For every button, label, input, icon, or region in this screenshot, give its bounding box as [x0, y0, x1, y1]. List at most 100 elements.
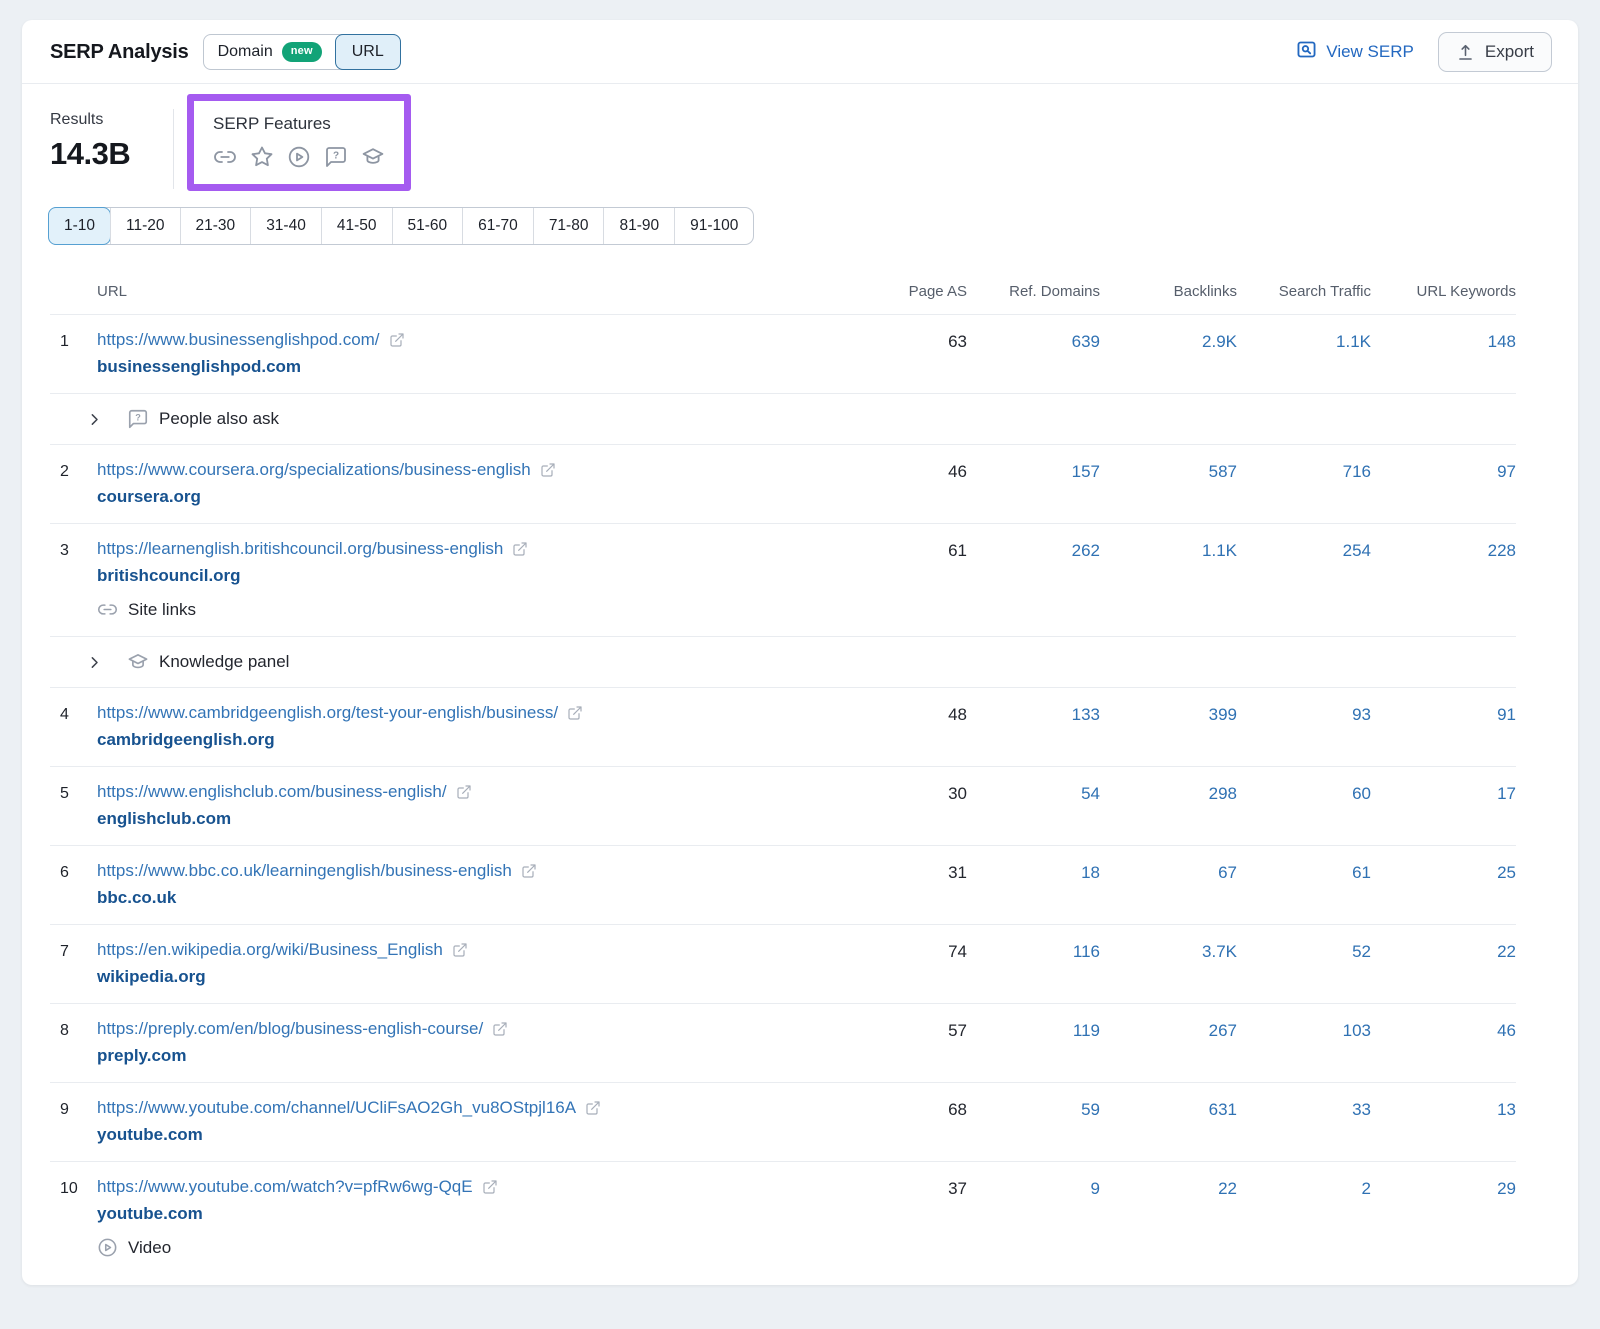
backlinks-link[interactable]: 1.1K — [1100, 539, 1237, 620]
search-traffic-link[interactable]: 93 — [1237, 703, 1371, 750]
result-url-link[interactable]: https://www.youtube.com/watch?v=pfRw6wg-… — [97, 1177, 473, 1197]
url-keywords-link[interactable]: 148 — [1371, 330, 1516, 377]
page-as-value: 37 — [847, 1177, 967, 1258]
search-traffic-link[interactable]: 60 — [1237, 782, 1371, 829]
pagination-range-1-10[interactable]: 1-10 — [48, 207, 111, 245]
pagination-range-11-20[interactable]: 11-20 — [110, 208, 180, 244]
url-keywords-link[interactable]: 46 — [1371, 1019, 1516, 1066]
knowledge-panel-icon[interactable] — [361, 145, 385, 169]
url-keywords-link[interactable]: 97 — [1371, 460, 1516, 507]
backlinks-link[interactable]: 631 — [1100, 1098, 1237, 1145]
url-keywords-link[interactable]: 22 — [1371, 940, 1516, 987]
pagination-range-81-90[interactable]: 81-90 — [603, 208, 674, 244]
backlinks-link[interactable]: 587 — [1100, 460, 1237, 507]
backlinks-link[interactable]: 298 — [1100, 782, 1237, 829]
pagination-range-21-30[interactable]: 21-30 — [180, 208, 251, 244]
ref-domains-link[interactable]: 157 — [967, 460, 1100, 507]
rank-number: 10 — [50, 1177, 97, 1258]
url-line: https://www.cambridgeenglish.org/test-yo… — [97, 703, 847, 723]
sitelinks-icon[interactable] — [213, 145, 237, 169]
result-url-link[interactable]: https://www.englishclub.com/business-eng… — [97, 782, 447, 802]
ref-domains-link[interactable]: 262 — [967, 539, 1100, 620]
url-keywords-link[interactable]: 25 — [1371, 861, 1516, 908]
backlinks-link[interactable]: 67 — [1100, 861, 1237, 908]
pagination-range-71-80[interactable]: 71-80 — [533, 208, 604, 244]
external-link-icon[interactable] — [512, 541, 528, 557]
ref-domains-link[interactable]: 116 — [967, 940, 1100, 987]
url-keywords-link[interactable]: 13 — [1371, 1098, 1516, 1145]
backlinks-link[interactable]: 399 — [1100, 703, 1237, 750]
root-domain-link[interactable]: cambridgeenglish.org — [97, 730, 847, 750]
pagination-range-41-50[interactable]: 41-50 — [321, 208, 392, 244]
serp-preview-icon — [1296, 39, 1317, 65]
toggle-domain[interactable]: Domain new — [204, 35, 336, 69]
result-url-link[interactable]: https://www.youtube.com/channel/UCliFsAO… — [97, 1098, 576, 1118]
url-keywords-link[interactable]: 91 — [1371, 703, 1516, 750]
external-link-icon[interactable] — [389, 332, 405, 348]
root-domain-link[interactable]: businessenglishpod.com — [97, 357, 847, 377]
search-traffic-link[interactable]: 33 — [1237, 1098, 1371, 1145]
url-cell: https://en.wikipedia.org/wiki/Business_E… — [97, 940, 847, 987]
external-link-icon[interactable] — [585, 1100, 601, 1116]
video-icon[interactable] — [287, 145, 311, 169]
ref-domains-link[interactable]: 54 — [967, 782, 1100, 829]
external-link-icon[interactable] — [482, 1179, 498, 1195]
root-domain-link[interactable]: coursera.org — [97, 487, 847, 507]
result-url-link[interactable]: https://en.wikipedia.org/wiki/Business_E… — [97, 940, 443, 960]
chevron-right-icon[interactable] — [87, 412, 102, 427]
serp-feature-row[interactable]: ?People also ask — [50, 393, 1516, 444]
backlinks-link[interactable]: 22 — [1100, 1177, 1237, 1258]
search-traffic-link[interactable]: 716 — [1237, 460, 1371, 507]
pagination-range-61-70[interactable]: 61-70 — [462, 208, 533, 244]
result-url-link[interactable]: https://www.businessenglishpod.com/ — [97, 330, 380, 350]
reviews-icon[interactable] — [250, 145, 274, 169]
external-link-icon[interactable] — [452, 942, 468, 958]
results-label: Results — [50, 111, 173, 129]
people-also-ask-icon[interactable]: ? — [324, 145, 348, 169]
search-traffic-link[interactable]: 52 — [1237, 940, 1371, 987]
url-keywords-link[interactable]: 17 — [1371, 782, 1516, 829]
root-domain-link[interactable]: britishcouncil.org — [97, 566, 847, 586]
serp-feature-row[interactable]: Knowledge panel — [50, 636, 1516, 687]
root-domain-link[interactable]: youtube.com — [97, 1125, 847, 1145]
external-link-icon[interactable] — [521, 863, 537, 879]
root-domain-link[interactable]: preply.com — [97, 1046, 847, 1066]
view-serp-button[interactable]: View SERP — [1296, 39, 1414, 65]
toggle-url[interactable]: URL — [335, 34, 401, 70]
result-url-link[interactable]: https://www.coursera.org/specializations… — [97, 460, 531, 480]
ref-domains-link[interactable]: 18 — [967, 861, 1100, 908]
ref-domains-link[interactable]: 59 — [967, 1098, 1100, 1145]
search-traffic-link[interactable]: 254 — [1237, 539, 1371, 620]
external-link-icon[interactable] — [540, 462, 556, 478]
external-link-icon[interactable] — [456, 784, 472, 800]
result-url-link[interactable]: https://www.cambridgeenglish.org/test-yo… — [97, 703, 558, 723]
result-url-link[interactable]: https://learnenglish.britishcouncil.org/… — [97, 539, 503, 559]
search-traffic-link[interactable]: 1.1K — [1237, 330, 1371, 377]
backlinks-link[interactable]: 3.7K — [1100, 940, 1237, 987]
ref-domains-link[interactable]: 9 — [967, 1177, 1100, 1258]
root-domain-link[interactable]: youtube.com — [97, 1204, 847, 1224]
url-keywords-link[interactable]: 228 — [1371, 539, 1516, 620]
url-keywords-link[interactable]: 29 — [1371, 1177, 1516, 1258]
result-url-link[interactable]: https://www.bbc.co.uk/learningenglish/bu… — [97, 861, 512, 881]
backlinks-link[interactable]: 267 — [1100, 1019, 1237, 1066]
ref-domains-link[interactable]: 639 — [967, 330, 1100, 377]
column-header-page-as: Page AS — [847, 283, 967, 300]
root-domain-link[interactable]: wikipedia.org — [97, 967, 847, 987]
pagination-range-91-100[interactable]: 91-100 — [674, 208, 753, 244]
root-domain-link[interactable]: englishclub.com — [97, 809, 847, 829]
ref-domains-link[interactable]: 133 — [967, 703, 1100, 750]
backlinks-link[interactable]: 2.9K — [1100, 330, 1237, 377]
search-traffic-link[interactable]: 61 — [1237, 861, 1371, 908]
pagination-range-51-60[interactable]: 51-60 — [392, 208, 463, 244]
result-url-link[interactable]: https://preply.com/en/blog/business-engl… — [97, 1019, 483, 1039]
search-traffic-link[interactable]: 2 — [1237, 1177, 1371, 1258]
ref-domains-link[interactable]: 119 — [967, 1019, 1100, 1066]
external-link-icon[interactable] — [492, 1021, 508, 1037]
external-link-icon[interactable] — [567, 705, 583, 721]
chevron-right-icon[interactable] — [87, 655, 102, 670]
root-domain-link[interactable]: bbc.co.uk — [97, 888, 847, 908]
search-traffic-link[interactable]: 103 — [1237, 1019, 1371, 1066]
pagination-range-31-40[interactable]: 31-40 — [250, 208, 321, 244]
export-button[interactable]: Export — [1438, 32, 1552, 72]
